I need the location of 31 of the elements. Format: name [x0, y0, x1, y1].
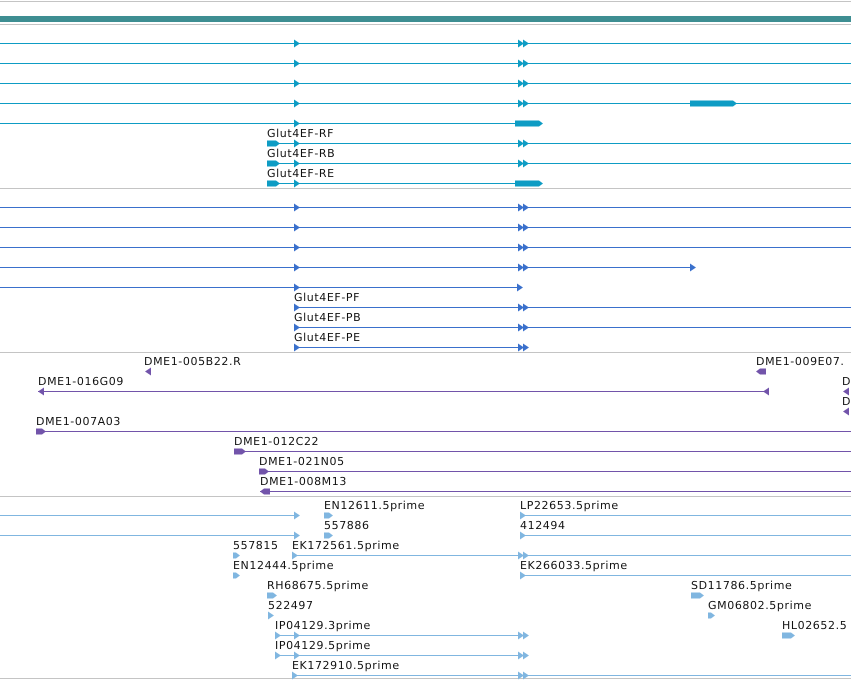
feature-label: 557815: [233, 539, 279, 552]
feature-label: DME1-007A03: [36, 415, 121, 428]
feature-label: EK172910.5prime: [292, 659, 400, 672]
feature-label: 412494: [520, 519, 566, 532]
feature-label: Glut4EF-PE: [294, 331, 361, 344]
feature-label: Glut4EF-RF: [267, 127, 334, 140]
feature-label: DME1-008M13: [260, 475, 347, 488]
feature-label: D: [842, 395, 851, 408]
feature-label: EK172561.5prime: [292, 539, 400, 552]
feature-label: D: [842, 375, 851, 388]
feature-label: DME1-016G09: [38, 375, 124, 388]
feature-label: Glut4EF-RB: [267, 147, 336, 160]
feature-label: DME1-012C22: [234, 435, 320, 448]
feature-label: 557886: [324, 519, 370, 532]
feature-label: Glut4EF-RE: [267, 167, 335, 180]
feature-label: DME1-009E07.: [756, 355, 845, 368]
feature-label: SD11786.5prime: [691, 579, 792, 592]
feature-label: Glut4EF-PB: [294, 311, 362, 324]
feature-label: DME1-005B22.R: [144, 355, 242, 368]
feature-label: HL02652.5: [782, 619, 848, 632]
feature-label: IP04129.5prime: [275, 639, 371, 652]
feature-label: LP22653.5prime: [520, 499, 619, 512]
feature-label: GM06802.5prime: [708, 599, 812, 612]
feature-label: EK266033.5prime: [520, 559, 628, 572]
feature-label: EN12611.5prime: [324, 499, 426, 512]
feature-label: Glut4EF-PF: [294, 291, 360, 304]
feature-label: 522497: [268, 599, 314, 612]
feature-label: EN12444.5prime: [233, 559, 334, 572]
feature-label: DME1-021N05: [259, 455, 345, 468]
feature-label: RH68675.5prime: [267, 579, 369, 592]
feature-label: IP04129.3prime: [275, 619, 371, 632]
